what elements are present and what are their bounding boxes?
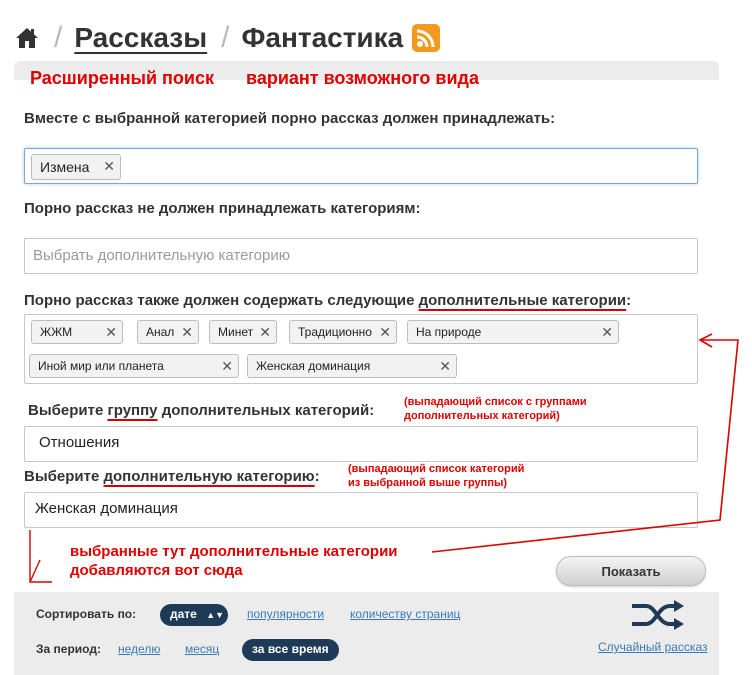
extra-tag: Иной мир или планета ✕	[29, 354, 239, 378]
tag-label: ЖЖМ	[40, 325, 73, 339]
exclude-categories-input[interactable]: Выбрать дополнительную категорию	[24, 238, 698, 274]
tag-label: Традиционно	[298, 325, 372, 339]
tag-label: Иной мир или планета	[38, 359, 164, 373]
include-label: Вместе с выбранной категорией порно расс…	[24, 110, 556, 127]
home-icon[interactable]	[14, 25, 40, 51]
remove-tag-icon[interactable]: ✕	[379, 324, 391, 341]
include-tag: Измена ✕	[31, 154, 121, 180]
tag-label: Минет	[218, 325, 254, 339]
extra-tag: Минет ✕	[209, 320, 277, 344]
sort-bar	[14, 592, 719, 675]
group-select-value: Отношения	[39, 434, 120, 451]
period-label: За период:	[36, 642, 101, 656]
page-title: Фантастика	[241, 22, 404, 53]
exclude-label: Порно рассказ не должен принадлежать кат…	[24, 200, 421, 217]
category-select-dropdown[interactable]: Женская доминация	[24, 492, 698, 528]
sort-by-pages[interactable]: количеству страниц	[350, 607, 460, 621]
tag-label: Женская доминация	[256, 359, 371, 373]
category-select-value: Женская доминация	[35, 500, 178, 517]
group-select-note: (выпадающий список с группами дополнител…	[404, 396, 587, 422]
remove-tag-icon[interactable]: ✕	[181, 324, 193, 341]
extra-tag: На природе ✕	[407, 320, 619, 344]
period-month[interactable]: месяц	[185, 642, 219, 656]
panel-title: Расширенный поиск	[30, 68, 214, 88]
remove-tag-icon[interactable]: ✕	[259, 324, 271, 341]
annotation-note: выбранные тут дополнительные категории д…	[70, 543, 398, 579]
breadcrumb-link-stories[interactable]: Рассказы	[74, 22, 207, 54]
extra-tag: Традиционно ✕	[289, 320, 397, 344]
exclude-placeholder: Выбрать дополнительную категорию	[33, 247, 290, 264]
shuffle-icon[interactable]	[630, 600, 686, 630]
show-button[interactable]: Показать	[556, 556, 706, 586]
remove-tag-icon[interactable]: ✕	[221, 358, 233, 375]
breadcrumb-separator: /	[54, 21, 63, 54]
sort-toggle-icon: ▲▼	[206, 610, 225, 620]
category-select-label: Выберите дополнительную категорию:	[24, 468, 320, 485]
remove-tag-icon[interactable]: ✕	[103, 158, 115, 175]
extra-tag: ЖЖМ ✕	[31, 320, 123, 344]
sort-label: Сортировать по:	[36, 607, 137, 621]
remove-tag-icon[interactable]: ✕	[439, 358, 451, 375]
tag-label: Измена	[40, 159, 90, 175]
extra-categories-input[interactable]: ЖЖМ ✕ Анал ✕ Минет ✕ Традиционно ✕ На пр…	[24, 314, 698, 384]
include-categories-input[interactable]: Измена ✕	[24, 148, 698, 184]
tag-label: На природе	[416, 325, 482, 339]
category-select-note: (выпадающий список категорий из выбранно…	[348, 463, 525, 489]
group-select-label-link: группу	[107, 402, 158, 419]
extra-tag: Анал ✕	[137, 320, 199, 344]
period-active-pill[interactable]: за все время	[242, 639, 339, 661]
sort-active-pill[interactable]: дате ▲▼	[160, 604, 228, 626]
breadcrumb: / Рассказы / Фантастика	[14, 18, 441, 58]
sort-by-popularity[interactable]: популярности	[247, 607, 324, 621]
period-week[interactable]: неделю	[118, 642, 160, 656]
group-select-dropdown[interactable]: Отношения	[24, 426, 698, 462]
random-story-link[interactable]: Случайный рассказ	[598, 640, 708, 654]
extra-label-link: дополнительные категории	[418, 292, 627, 309]
remove-tag-icon[interactable]: ✕	[601, 324, 613, 341]
remove-tag-icon[interactable]: ✕	[105, 324, 117, 341]
group-select-label: Выберите группу дополнительных категорий…	[28, 402, 375, 419]
rss-icon[interactable]	[411, 23, 441, 53]
sort-active-label: дате	[170, 607, 197, 621]
extra-label: Порно рассказ также должен содержать сле…	[24, 292, 632, 309]
tag-label: Анал	[146, 325, 175, 339]
panel-body-extension	[710, 225, 752, 325]
panel-subtitle: вариант возможного вида	[246, 68, 479, 88]
extra-tag: Женская доминация ✕	[247, 354, 457, 378]
category-select-label-link: дополнительную категорию	[103, 468, 315, 485]
breadcrumb-separator: /	[221, 21, 230, 54]
